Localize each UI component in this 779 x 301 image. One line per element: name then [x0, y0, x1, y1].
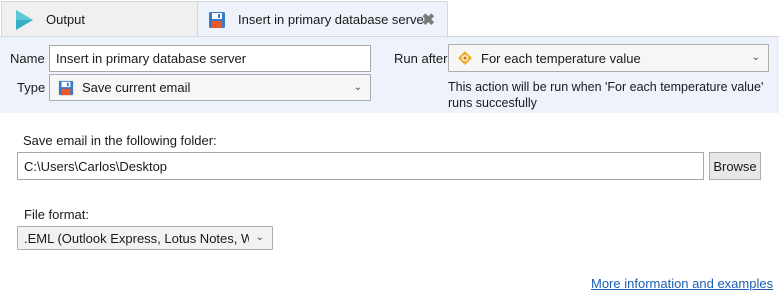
save-email-icon — [58, 80, 74, 95]
file-format-value: .EML (Outlook Express, Lotus Notes, Wind… — [24, 230, 249, 246]
file-format-label: File format: — [24, 207, 90, 222]
chevron-down-icon: ⌄ — [353, 81, 362, 93]
run-after-hint: This action will be run when 'For each t… — [448, 80, 764, 110]
tab-insert-primary-db[interactable]: Insert in primary database server ✖ — [197, 1, 448, 37]
name-input[interactable]: Insert in primary database server — [49, 45, 371, 72]
tab-insert-label: Insert in primary database server — [238, 12, 429, 27]
close-icon[interactable]: ✖ — [422, 10, 435, 30]
browse-button[interactable]: Browse — [709, 152, 761, 180]
name-label: Name — [10, 51, 45, 66]
run-after-select[interactable]: For each temperature value ⌄ — [448, 44, 769, 72]
loop-icon — [458, 51, 472, 65]
chevron-down-icon: ⌄ — [255, 231, 264, 243]
more-info-link[interactable]: More information and examples — [591, 276, 773, 291]
run-after-label: Run after — [394, 51, 448, 66]
tab-strip: Output Insert in primary database server… — [0, 0, 779, 37]
type-select-value: Save current email — [82, 80, 191, 95]
type-label: Type — [17, 80, 46, 95]
play-icon — [16, 9, 33, 30]
chevron-down-icon: ⌄ — [751, 51, 760, 63]
file-format-select[interactable]: .EML (Outlook Express, Lotus Notes, Wind… — [17, 226, 273, 250]
run-after-value: For each temperature value — [481, 50, 641, 66]
type-select[interactable]: Save current email ⌄ — [49, 74, 371, 101]
tab-output[interactable]: Output — [1, 1, 198, 37]
tab-output-label: Output — [46, 12, 86, 27]
folder-path-input[interactable]: C:\Users\Carlos\Desktop — [17, 152, 704, 180]
folder-label: Save email in the following folder: — [23, 133, 217, 148]
save-email-icon — [209, 11, 225, 28]
